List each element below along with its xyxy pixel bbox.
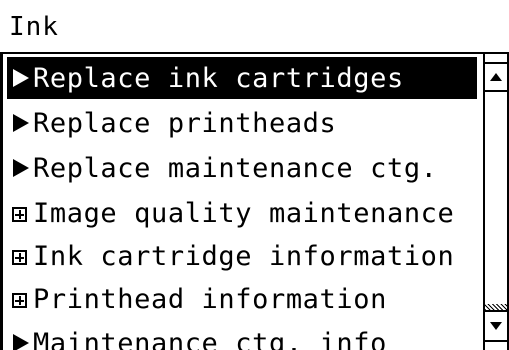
menu-item-label: Replace maintenance ctg. [33, 152, 438, 184]
title-bar: Ink [0, 0, 509, 54]
menu-item-replace-maintenance-ctg[interactable]: Replace maintenance ctg. [7, 147, 483, 189]
vertical-scrollbar[interactable] [483, 54, 509, 350]
arrow-right-icon [7, 63, 33, 94]
menu-item-maintenance-ctg-info[interactable]: Maintenance ctg. info [7, 322, 483, 350]
page-title: Ink [9, 12, 59, 42]
menu-list: Replace ink cartridges Replace printhead… [0, 54, 483, 350]
scroll-down-arrow-icon [490, 322, 502, 330]
menu-item-label: Replace ink cartridges [33, 62, 404, 94]
scroll-up-button[interactable] [485, 62, 507, 92]
arrow-right-icon [7, 328, 33, 350]
arrow-right-icon [7, 153, 33, 184]
menu-item-replace-printheads[interactable]: Replace printheads [7, 102, 483, 144]
menu-item-printhead-information[interactable]: Printhead information [7, 278, 483, 320]
menu-item-label: Image quality maintenance [33, 197, 455, 229]
expand-plus-icon[interactable] [7, 241, 33, 272]
arrow-right-icon [7, 108, 33, 139]
scroll-down-button[interactable] [485, 310, 507, 342]
expand-plus-icon[interactable] [7, 284, 33, 315]
menu-item-ink-cartridge-information[interactable]: Ink cartridge information [7, 235, 483, 277]
menu-item-label: Maintenance ctg. info [33, 327, 387, 350]
menu-item-label: Ink cartridge information [33, 240, 455, 272]
menu-item-label: Replace printheads [33, 107, 337, 139]
menu-item-label: Printhead information [33, 283, 387, 315]
menu-item-image-quality-maintenance[interactable]: Image quality maintenance [7, 192, 483, 234]
expand-plus-icon[interactable] [7, 198, 33, 229]
scroll-up-arrow-icon [490, 73, 502, 81]
menu-item-replace-ink-cartridges[interactable]: Replace ink cartridges [7, 57, 477, 99]
